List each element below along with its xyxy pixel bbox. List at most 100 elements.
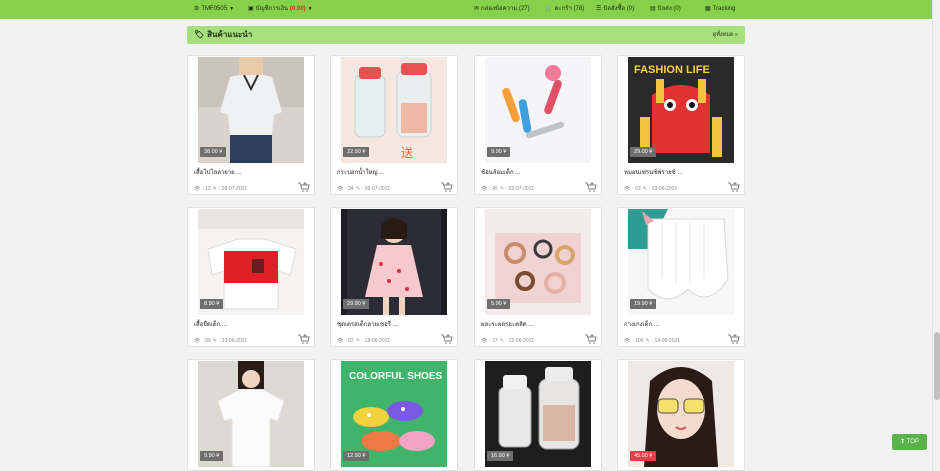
product-meta: 👁 : 45 ✎ : 02-07-2021: [481, 186, 534, 192]
shipments-link[interactable]: ▤ บิลส่ง (0): [650, 0, 681, 19]
pencil-icon: ✎: [642, 186, 647, 192]
pencil-icon: ✎: [355, 186, 360, 192]
product-image[interactable]: 9.90 ¥: [485, 57, 591, 163]
chevron-down-icon: ▼: [307, 6, 313, 12]
product-image[interactable]: 9.90 ¥: [198, 361, 304, 467]
add-to-cart-icon[interactable]: [298, 334, 310, 344]
product-title[interactable]: เสื้อโปโลลายาย ...: [194, 167, 241, 177]
product-image[interactable]: 38.00 ¥: [198, 57, 304, 163]
add-to-cart-icon[interactable]: [298, 182, 310, 192]
add-to-cart-icon[interactable]: [585, 182, 597, 192]
price-badge: 45.00 ¥: [630, 451, 657, 461]
price-badge: 12.90 ¥: [343, 451, 370, 461]
gear-icon: ⚙: [194, 6, 200, 12]
pencil-icon: ✎: [212, 338, 217, 344]
post-date: : 23-06-2021: [218, 338, 248, 344]
orders-label: บิลสั่งซื้อ (0): [603, 6, 635, 12]
product-card[interactable]: COLORFUL SHOES 12.90 ¥: [330, 359, 458, 471]
view-all-link[interactable]: ดูทั้งหมด »: [713, 26, 738, 44]
fashion-life-text: FASHION LIFE: [634, 64, 710, 76]
product-title[interactable]: กระบอกน้ำใหญ่ ...: [337, 167, 384, 177]
user-name: TMF0505: [201, 6, 228, 12]
product-image[interactable]: 8.90 ¥: [198, 209, 304, 315]
price-badge: 38.00 ¥: [200, 147, 227, 157]
product-card[interactable]: 16.90 ¥: [474, 359, 602, 471]
product-title[interactable]: ผละระผลรอะคลิด ...: [481, 319, 533, 329]
product-image[interactable]: 16.90 ¥: [485, 361, 591, 467]
product-card[interactable]: 9.90 ¥: [187, 359, 315, 471]
product-title[interactable]: ชุดเดรสเด็กลายเชอรี่ ...: [337, 319, 398, 329]
product-image[interactable]: 19.90 ¥: [628, 209, 734, 315]
chevron-down-icon: ▼: [229, 6, 235, 12]
account-label: บัญชีการเงิน: [255, 6, 288, 12]
tracking-link[interactable]: ▦ Tracking: [705, 0, 735, 19]
product-image[interactable]: 45.00 ¥: [628, 361, 734, 467]
svg-text:送: 送: [401, 145, 413, 160]
eye-icon: 👁: [337, 338, 344, 344]
pencil-icon: ✎: [355, 338, 360, 344]
view-count: : 34: [345, 186, 354, 192]
tag-icon: 🏷: [194, 30, 205, 39]
add-to-cart-icon[interactable]: [441, 182, 453, 192]
product-card[interactable]: 送 22.90 ¥ กระบอกน้ำใหญ่ ... 👁 : 34 ✎ : 0…: [330, 55, 458, 195]
account-balance: (0.00): [289, 6, 306, 12]
price-badge: 16.90 ¥: [487, 451, 514, 461]
eye-icon: 👁: [194, 338, 201, 344]
price-badge: 29.90 ¥: [343, 299, 370, 309]
product-image[interactable]: 送 22.90 ¥: [341, 57, 447, 163]
top-nav-bar: ⚙ TMF0505 ▼ ▣ บัญชีการเงิน (0.00) ▼ ✉ กล…: [0, 0, 940, 19]
pencil-icon: ✎: [645, 338, 650, 344]
product-card[interactable]: 38.00 ¥ เสื้อโปโลลายาย ... 👁 : 13 ✎ : 08…: [187, 55, 315, 195]
product-card[interactable]: 8.90 ¥ เสื้อยืดเด็ก ... 👁 : 89 ✎ : 23-06…: [187, 207, 315, 347]
view-count: : 45: [489, 186, 498, 192]
price-badge: 9.90 ¥: [487, 147, 511, 157]
product-title[interactable]: เสื้อยืดเด็ก ...: [194, 319, 227, 329]
product-meta: 👁 : 37 ✎ : 15-06-2021: [481, 338, 534, 344]
product-card[interactable]: 19.90 ¥ กางเกงเด็ก ... 👁 : 106 ✎ : 14-06…: [617, 207, 745, 347]
product-card[interactable]: 5.90 ¥ ผละระผลรอะคลิด ... 👁 : 37 ✎ : 15-…: [474, 207, 602, 347]
user-menu[interactable]: ⚙ TMF0505 ▼: [194, 0, 234, 19]
view-count: : 37: [489, 338, 498, 344]
recommended-section-header: 🏷 สินค้าแนะนำ ดูทั้งหมด »: [187, 26, 745, 44]
page-scrollbar[interactable]: [932, 0, 940, 471]
product-image[interactable]: COLORFUL SHOES 12.90 ¥: [341, 361, 447, 467]
scrollbar-thumb[interactable]: [934, 332, 940, 400]
wallet-icon: ▣: [248, 6, 254, 12]
product-title[interactable]: ช้อนส้อมเด็ก ...: [481, 167, 520, 177]
add-to-cart-icon[interactable]: [728, 334, 740, 344]
cart-link[interactable]: 🛒 ตะกร้า (78): [545, 0, 584, 19]
shipments-label: บิลส่ง (0): [657, 6, 681, 12]
price-badge: 5.90 ¥: [487, 299, 511, 309]
product-meta: 👁 : 82 ✎ : 18-06-2021: [337, 338, 390, 344]
product-image[interactable]: FASHION LIFE 29.00 ¥: [628, 57, 734, 163]
product-card[interactable]: 45.00 ¥: [617, 359, 745, 471]
eye-icon: 👁: [337, 186, 344, 192]
add-to-cart-icon[interactable]: [585, 334, 597, 344]
scroll-top-button[interactable]: ⬆ TOP: [892, 434, 927, 450]
eye-icon: 👁: [481, 186, 488, 192]
product-card[interactable]: FASHION LIFE 29.00 ¥ หมอนเฟรนช์ฟรายซ์ ..…: [617, 55, 745, 195]
product-title[interactable]: กางเกงเด็ก ...: [624, 319, 659, 329]
product-meta: 👁 : 63 ✎ : 29-06-2021: [624, 186, 677, 192]
add-to-cart-icon[interactable]: [441, 334, 453, 344]
add-to-cart-icon[interactable]: [728, 182, 740, 192]
post-date: : 08-07-2021: [218, 186, 248, 192]
view-count: : 106: [632, 338, 644, 344]
product-image[interactable]: 29.90 ¥: [341, 209, 447, 315]
product-card[interactable]: 9.90 ¥ ช้อนส้อมเด็ก ... 👁 : 45 ✎ : 02-07…: [474, 55, 602, 195]
messages-link[interactable]: ✉ กล่องข้อความ (27): [474, 0, 530, 19]
eye-icon: 👁: [624, 338, 631, 344]
product-image[interactable]: 5.90 ¥: [485, 209, 591, 315]
account-menu[interactable]: ▣ บัญชีการเงิน (0.00) ▼: [248, 0, 313, 19]
product-card[interactable]: 29.90 ¥ ชุดเดรสเด็กลายเชอรี่ ... 👁 : 82 …: [330, 207, 458, 347]
eye-icon: 👁: [624, 186, 631, 192]
section-title-text: สินค้าแนะนำ: [207, 30, 253, 39]
product-meta: 👁 : 89 ✎ : 23-06-2021: [194, 338, 247, 344]
price-badge: 29.00 ¥: [630, 147, 657, 157]
tracking-icon: ▦: [705, 6, 711, 12]
pencil-icon: ✎: [212, 186, 217, 192]
message-icon: ✉: [474, 6, 480, 12]
post-date: : 15-06-2021: [505, 338, 535, 344]
product-title[interactable]: หมอนเฟรนช์ฟรายซ์ ...: [624, 167, 682, 177]
orders-link[interactable]: ☰ บิลสั่งซื้อ (0): [596, 0, 634, 19]
